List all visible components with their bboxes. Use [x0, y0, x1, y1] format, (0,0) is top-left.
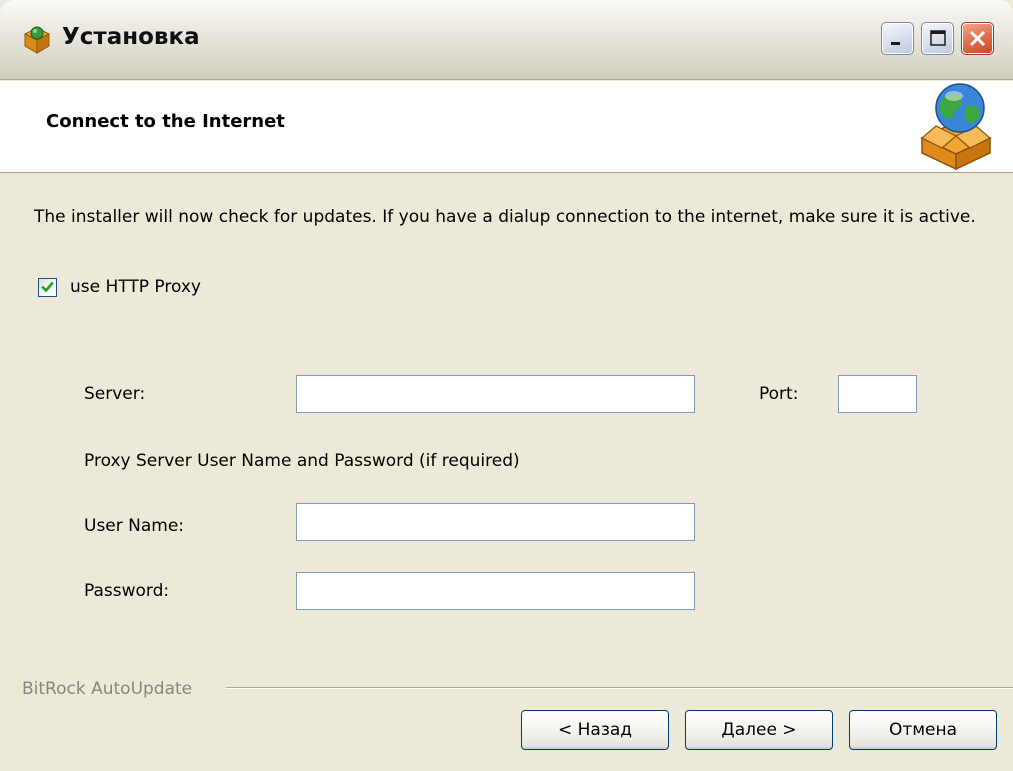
globe-box-icon [920, 83, 992, 170]
use-proxy-checkbox[interactable] [38, 277, 57, 297]
credentials-note: Proxy Server User Name and Password (if … [84, 451, 520, 471]
use-proxy-label[interactable]: use HTTP Proxy [70, 277, 201, 297]
intro-text: The installer will now check for updates… [34, 207, 976, 227]
minimize-icon [891, 42, 900, 45]
app-box-icon [23, 26, 51, 54]
minimize-button[interactable] [881, 22, 914, 55]
maximize-icon [930, 30, 946, 46]
checkmark-icon [41, 281, 54, 292]
footer-divider [226, 687, 1013, 689]
back-button[interactable]: < Назад [521, 710, 669, 750]
next-button[interactable]: Далее > [685, 710, 833, 750]
installer-window: Установка Connect to the Internet The in… [0, 0, 1013, 771]
password-input[interactable] [296, 572, 695, 610]
username-input[interactable] [296, 503, 695, 541]
server-label: Server: [84, 384, 146, 404]
cancel-button[interactable]: Отмена [849, 710, 997, 750]
server-input[interactable] [296, 375, 695, 413]
brand-label: BitRock AutoUpdate [22, 679, 193, 699]
title-bar[interactable]: Установка [0, 0, 1013, 80]
window-title: Установка [62, 24, 200, 50]
username-label: User Name: [84, 516, 185, 536]
close-button[interactable] [961, 22, 994, 55]
password-label: Password: [84, 581, 170, 601]
use-proxy-option[interactable]: use HTTP Proxy [38, 276, 201, 298]
port-input[interactable] [838, 375, 917, 413]
page-header: Connect to the Internet [0, 81, 1013, 173]
page-title: Connect to the Internet [46, 111, 285, 132]
maximize-button[interactable] [921, 22, 954, 55]
close-icon [969, 30, 986, 47]
port-label: Port: [759, 384, 799, 404]
